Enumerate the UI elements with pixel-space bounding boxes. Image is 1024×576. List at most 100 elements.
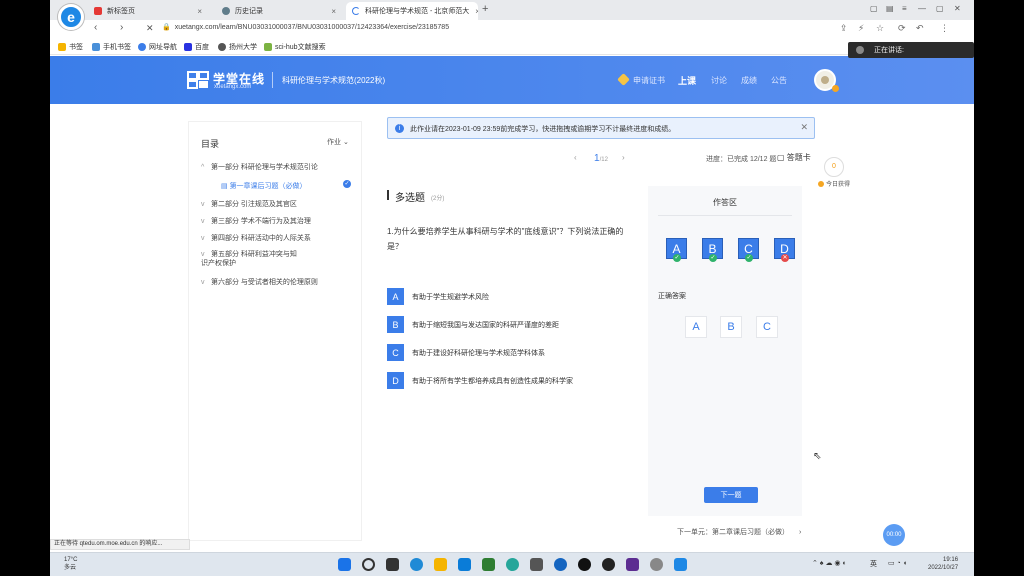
- chrome-icon[interactable]: [602, 558, 615, 571]
- bookmarks-bar: 书签 手机书签 网址导航 百度 扬州大学 sci-hub文献搜索: [50, 38, 974, 55]
- score-counter: 0: [824, 157, 844, 177]
- system-clock[interactable]: 19:16 2022/10/27: [928, 556, 958, 572]
- app-icon[interactable]: [554, 558, 567, 571]
- app-icon[interactable]: [578, 558, 591, 571]
- app-icon[interactable]: [530, 558, 543, 571]
- next-question-button[interactable]: 下一题: [704, 487, 758, 503]
- answer-card-button[interactable]: ▢ 答题卡: [777, 152, 811, 163]
- reload-icon[interactable]: ✕: [146, 23, 154, 34]
- prev-question-button[interactable]: ‹: [574, 153, 577, 162]
- cross-icon: ✕: [781, 254, 789, 262]
- edge-icon[interactable]: [458, 558, 471, 571]
- nav-grades[interactable]: 成绩: [741, 75, 757, 86]
- weather-temp: 17°C: [64, 557, 78, 563]
- bookmark-label: 手机书签: [103, 44, 131, 51]
- nav-class[interactable]: 上课: [678, 74, 696, 87]
- option-c[interactable]: C 有助于建设好科研伦理与学术规范学科体系: [387, 344, 545, 361]
- outline-item-part6[interactable]: v 第六部分 与受试者相关的伦理原则: [201, 277, 318, 287]
- bookmark-mobile[interactable]: 手机书签: [92, 42, 131, 52]
- weather-widget[interactable]: 17°C 多云: [64, 556, 77, 572]
- url-field[interactable]: 🔒 xuetangx.com/learn/BNU03031000037/BNU03…: [162, 23, 449, 31]
- outline-item-part5[interactable]: v 第五部分 科研利益冲突与知识产权保护: [201, 250, 301, 268]
- close-icon[interactable]: ✕: [800, 122, 808, 133]
- option-d[interactable]: D 有助于将所有学生都培养成具有创造性成果的科学家: [387, 372, 573, 389]
- app-icon[interactable]: [674, 558, 687, 571]
- explorer-icon[interactable]: [434, 558, 447, 571]
- tab-history[interactable]: 历史记录 ×: [216, 2, 342, 20]
- tab-course[interactable]: 科研伦理与学术规范 - 北京师范大 ×: [346, 2, 478, 20]
- app-icon[interactable]: [650, 558, 663, 571]
- browser-taskbar-icon[interactable]: [410, 558, 423, 571]
- extensions-icon[interactable]: ▤: [886, 4, 894, 13]
- globe-icon: [218, 43, 226, 51]
- bookmark-scihub[interactable]: sci-hub文献搜索: [264, 42, 326, 52]
- outline-item-label: 第五部分 科研利益冲突与知识产权保护: [201, 251, 297, 267]
- nav-apply-certificate[interactable]: 申请证书: [633, 75, 665, 86]
- outline-sub-item-active[interactable]: ▤ 第一章课后习题（必做）: [221, 181, 307, 191]
- outline-item-part3[interactable]: v 第三部分 学术不端行为及其治理: [201, 216, 311, 226]
- network-icon[interactable]: ▭ ◔ ◖: [888, 559, 907, 567]
- sidebar-icon[interactable]: ▢: [870, 4, 878, 13]
- card-icon: ▢: [777, 153, 787, 162]
- speaking-toast: 正在讲话:: [848, 42, 974, 58]
- question-text: 1.为什么要培养学生从事科研与学术的"底线意识"？下列说法正确的是？: [387, 227, 624, 251]
- xuetangx-logo-icon[interactable]: [187, 69, 209, 91]
- bookmark-star[interactable]: 书签: [58, 42, 83, 52]
- bookmark-nav[interactable]: 网址导航: [138, 42, 177, 52]
- option-a[interactable]: A 有助于学生规避学术风险: [387, 288, 489, 305]
- chevron-down-icon: v: [201, 218, 205, 225]
- outline-item-part2[interactable]: v 第二部分 引注规范及其官区: [201, 199, 297, 209]
- bookmark-yzu[interactable]: 扬州大学: [218, 42, 257, 52]
- new-tab-button[interactable]: +: [482, 3, 488, 15]
- chevron-down-icon: v: [201, 279, 205, 286]
- question-points: (2分): [431, 196, 445, 202]
- minimize-icon[interactable]: —: [918, 4, 926, 13]
- nav-discussion[interactable]: 讨论: [711, 75, 727, 86]
- outline-item-label: 第六部分 与受试者相关的伦理原则: [210, 279, 318, 286]
- s-icon: [264, 43, 272, 51]
- answer-card-label: 答题卡: [786, 153, 811, 162]
- nav-announcements[interactable]: 公告: [771, 75, 787, 86]
- bookmark-label: 书签: [69, 44, 83, 51]
- outline-item-label: 第三部分 学术不端行为及其治理: [210, 218, 311, 225]
- extension-icon[interactable]: ⟳: [898, 23, 906, 34]
- option-b[interactable]: B 有助于缩短我国与发达国家的科研严谨度的差距: [387, 316, 559, 333]
- start-icon[interactable]: [338, 558, 351, 571]
- deadline-notice: i 此作业请在2023-01-09 23:59前完成学习，快进拖拽或逾期学习不计…: [387, 117, 815, 139]
- browser-logo-icon: e: [58, 4, 84, 30]
- next-unit-link[interactable]: 下一单元：第二章课后习题（必做） ›: [677, 527, 801, 537]
- option-label: 有助于将所有学生都培养成具有创造性成果的科学家: [412, 377, 573, 385]
- app-icon[interactable]: [482, 558, 495, 571]
- close-icon[interactable]: ×: [191, 7, 202, 16]
- tray-icons[interactable]: ⌃ ♠ ☁ ◉ ◐: [812, 559, 847, 567]
- close-icon[interactable]: ×: [325, 7, 336, 16]
- forward-icon[interactable]: ›: [120, 22, 123, 33]
- ime-indicator[interactable]: 英: [870, 559, 877, 569]
- app-icon[interactable]: [506, 558, 519, 571]
- more-icon[interactable]: ⋮: [940, 23, 949, 34]
- star-icon[interactable]: ☆: [876, 23, 884, 34]
- toast-text: 正在讲话:: [874, 47, 904, 54]
- taskview-icon[interactable]: [386, 558, 399, 571]
- lightning-icon[interactable]: ⚡: [858, 23, 864, 34]
- outline-item-part1[interactable]: ^ 第一部分 科研伦理与学术规范引论: [201, 162, 318, 172]
- outline-item-label: 第四部分 科研活动中的人际关系: [210, 235, 311, 242]
- bookmark-baidu[interactable]: 百度: [184, 42, 209, 52]
- outline-item-part4[interactable]: v 第四部分 科研活动中的人际关系: [201, 233, 311, 243]
- back-icon[interactable]: ‹: [94, 22, 97, 33]
- correct-answer-a: A: [685, 316, 707, 338]
- search-icon[interactable]: [362, 558, 375, 571]
- tab-favicon-icon: [94, 7, 102, 15]
- app-icon[interactable]: [626, 558, 639, 571]
- filter-dropdown[interactable]: 作业 ⌄: [327, 137, 349, 147]
- next-question-arrow[interactable]: ›: [622, 153, 625, 162]
- window-close-icon[interactable]: ✕: [954, 4, 961, 13]
- share-icon[interactable]: ⇪: [840, 23, 848, 34]
- close-icon[interactable]: ×: [469, 7, 478, 16]
- menu-icon[interactable]: ≡: [902, 4, 907, 13]
- maximize-icon[interactable]: ▢: [936, 4, 944, 13]
- tab-new-tab[interactable]: 新标签页 ×: [88, 2, 208, 20]
- chevron-down-icon: v: [201, 235, 205, 242]
- undo-icon[interactable]: ↶: [916, 23, 924, 34]
- timer-badge[interactable]: 00:00: [883, 524, 905, 546]
